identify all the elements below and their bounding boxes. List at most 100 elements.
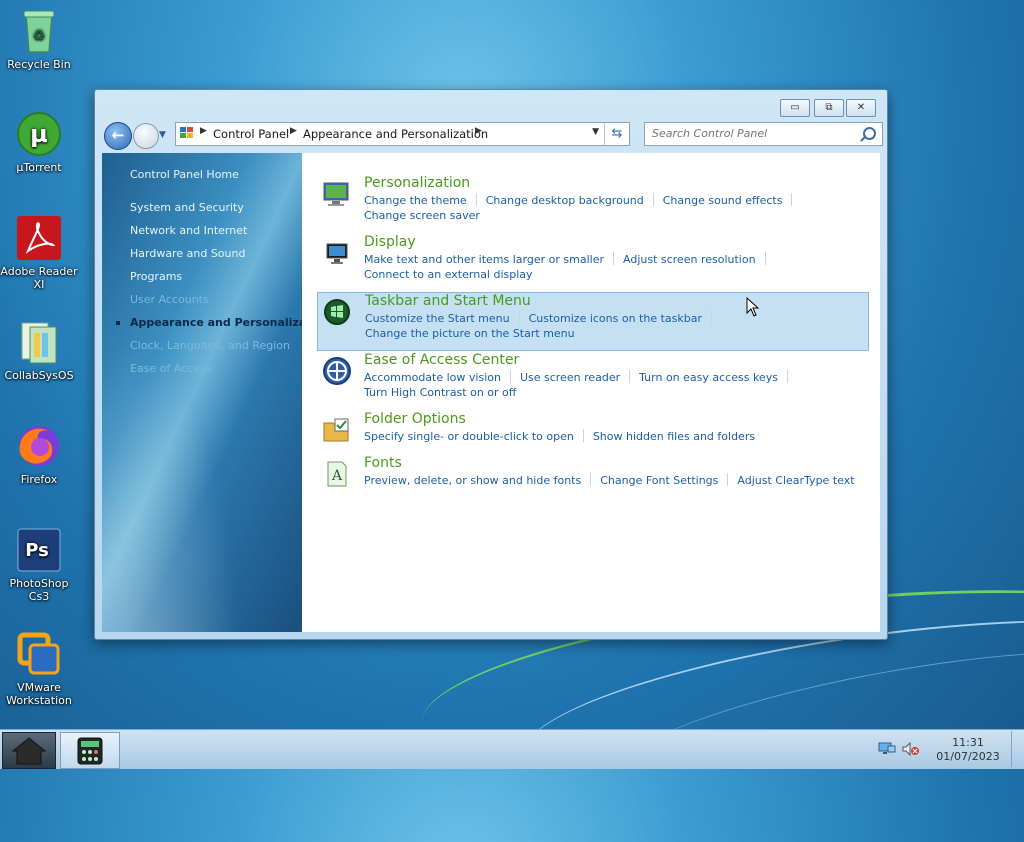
sidebar-item-ease-of-access[interactable]: Ease of Access <box>130 362 211 375</box>
desktop-icon-utorrent[interactable]: µ µTorrent <box>0 111 78 174</box>
taskbar-start-menu-icon <box>324 299 350 325</box>
back-arrow-icon: ← <box>111 126 125 144</box>
sidebar-item-hardware-sound[interactable]: Hardware and Sound <box>130 247 245 260</box>
mouse-cursor-icon <box>746 297 760 317</box>
category-links: Turn High Contrast on or off <box>364 386 516 399</box>
desktop-icon-firefox[interactable]: Firefox <box>0 423 78 486</box>
taskbar-app-button[interactable] <box>60 732 120 769</box>
link-separator <box>727 473 729 486</box>
breadcrumb-separator-icon[interactable]: ▶ <box>290 126 297 136</box>
show-desktop-button[interactable] <box>1011 731 1022 767</box>
start-button[interactable] <box>2 732 56 769</box>
category-title[interactable]: Ease of Access Center <box>364 352 519 368</box>
breadcrumb-separator-icon[interactable]: ▶ <box>475 126 482 136</box>
category-title[interactable]: Taskbar and Start Menu <box>365 293 531 309</box>
link-separator <box>518 311 520 324</box>
refresh-button[interactable]: ⇆ <box>604 123 629 145</box>
category-links: Change the theme Change desktop backgroun… <box>364 193 801 207</box>
clock-time: 11:31 <box>952 736 984 749</box>
taskbar-clock[interactable]: 11:31 01/07/2023 <box>933 736 1003 764</box>
breadcrumb-appearance[interactable]: Appearance and Personalization <box>303 127 488 141</box>
link-change-font-settings[interactable]: Change Font Settings <box>600 474 718 487</box>
svg-text:Ps: Ps <box>25 540 49 561</box>
desktop-icon-label: VMware Workstation <box>6 681 72 707</box>
link-easy-access-keys[interactable]: Turn on easy access keys <box>639 371 778 384</box>
breadcrumb-separator-icon[interactable]: ▶ <box>200 126 207 136</box>
category-title[interactable]: Personalization <box>364 175 470 191</box>
address-dropdown-icon[interactable]: ▼ <box>592 127 599 137</box>
breadcrumb-control-panel[interactable]: Control Panel <box>213 127 289 141</box>
link-preview-fonts[interactable]: Preview, delete, or show and hide fonts <box>364 474 581 487</box>
search-icon[interactable] <box>863 127 876 140</box>
personalization-icon <box>323 182 349 206</box>
sidebar-item-system-security[interactable]: System and Security <box>130 201 244 214</box>
adobe-reader-icon <box>16 215 62 261</box>
link-separator <box>764 252 766 265</box>
desktop-icon-recycle-bin[interactable]: ♻ Recycle Bin <box>0 8 78 71</box>
link-single-double-click[interactable]: Specify single- or double-click to open <box>364 430 574 443</box>
sidebar-item-network[interactable]: Network and Internet <box>130 224 247 237</box>
close-button[interactable]: ✕ <box>846 99 876 117</box>
link-make-text-larger[interactable]: Make text and other items larger or smal… <box>364 253 604 266</box>
desktop-icon-adobe-reader[interactable]: Adobe Reader XI <box>0 215 78 291</box>
category-links: Connect to an external display <box>364 268 533 281</box>
link-show-hidden-files[interactable]: Show hidden files and folders <box>593 430 755 443</box>
category-taskbar-start-menu[interactable]: Taskbar and Start Menu Customize the Sta… <box>317 292 869 351</box>
link-separator <box>652 193 654 206</box>
link-change-screen-saver[interactable]: Change screen saver <box>364 209 480 222</box>
recent-pages-dropdown-icon[interactable]: ▼ <box>159 130 166 140</box>
link-separator <box>475 193 477 206</box>
sidebar-item-home[interactable]: Control Panel Home <box>130 168 239 181</box>
search-box[interactable] <box>644 122 883 146</box>
volume-muted-icon[interactable] <box>902 742 920 756</box>
desktop-icon-vmware[interactable]: VMware Workstation <box>0 631 78 707</box>
desktop-icon-photoshop[interactable]: Ps PhotoShop Cs3 <box>0 527 78 603</box>
link-customize-taskbar-icons[interactable]: Customize icons on the taskbar <box>529 312 702 325</box>
link-adjust-cleartype[interactable]: Adjust ClearType text <box>737 474 854 487</box>
desktop-icon-label: Adobe Reader XI <box>0 265 78 291</box>
link-customize-start-menu[interactable]: Customize the Start menu <box>365 312 510 325</box>
desktop-icon-collabsysos[interactable]: CollabSysOS <box>0 319 78 382</box>
sidebar: Control Panel Home System and Security N… <box>102 153 331 632</box>
link-change-sound-effects[interactable]: Change sound effects <box>663 194 783 207</box>
control-panel-icon <box>180 127 193 138</box>
ease-of-access-icon <box>323 357 351 385</box>
link-separator <box>791 193 793 206</box>
link-accommodate-low-vision[interactable]: Accommodate low vision <box>364 371 501 384</box>
display-icon <box>326 243 348 264</box>
link-change-desktop-background[interactable]: Change desktop background <box>486 194 644 207</box>
sidebar-item-user-accounts[interactable]: User Accounts <box>130 293 209 306</box>
link-use-screen-reader[interactable]: Use screen reader <box>520 371 620 384</box>
link-separator <box>509 370 511 383</box>
category-links: Change screen saver <box>364 209 480 222</box>
category-title[interactable]: Folder Options <box>364 411 466 427</box>
link-separator <box>711 311 713 324</box>
link-separator <box>629 370 631 383</box>
maximize-button[interactable]: ⧉ <box>814 99 844 117</box>
sidebar-item-clock-language[interactable]: Clock, Language, and Region <box>130 339 290 352</box>
minimize-button[interactable]: ▭ <box>780 99 810 117</box>
svg-text:A: A <box>331 468 343 484</box>
control-panel-window: ▭ ⧉ ✕ ← ▼ ▶ Control Panel ▶ Appearance a… <box>94 89 888 640</box>
link-high-contrast[interactable]: Turn High Contrast on or off <box>364 386 516 399</box>
link-separator <box>786 370 788 383</box>
category-title[interactable]: Display <box>364 234 416 250</box>
refresh-icon: ⇆ <box>611 126 623 141</box>
fonts-icon: A <box>327 461 347 487</box>
category-links: Preview, delete, or show and hide fonts C… <box>364 473 855 487</box>
back-button[interactable]: ← <box>104 122 132 150</box>
vmware-icon <box>16 631 62 677</box>
search-input[interactable] <box>650 126 859 141</box>
link-change-theme[interactable]: Change the theme <box>364 194 467 207</box>
category-links: Make text and other items larger or smal… <box>364 252 775 266</box>
sidebar-item-programs[interactable]: Programs <box>130 270 182 283</box>
category-title[interactable]: Fonts <box>364 455 402 471</box>
recycle-bin-icon: ♻ <box>16 8 62 54</box>
link-connect-external-display[interactable]: Connect to an external display <box>364 268 533 281</box>
network-icon[interactable] <box>878 742 896 756</box>
link-change-start-menu-picture[interactable]: Change the picture on the Start menu <box>365 327 575 340</box>
forward-button[interactable] <box>133 123 159 149</box>
address-bar[interactable]: ▶ Control Panel ▶ Appearance and Persona… <box>175 122 630 146</box>
link-adjust-resolution[interactable]: Adjust screen resolution <box>623 253 756 266</box>
category-links: Change the picture on the Start menu <box>365 327 575 340</box>
